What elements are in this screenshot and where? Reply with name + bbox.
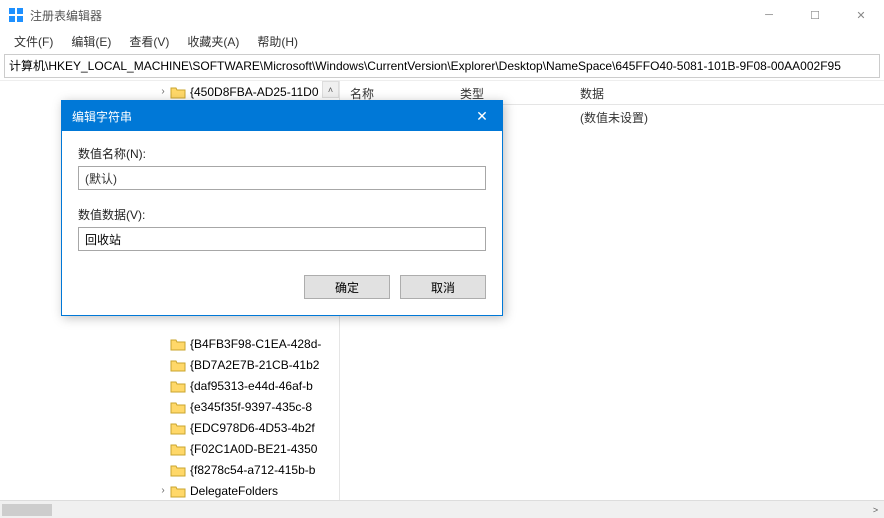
tree-item-label: {B4FB3F98-C1EA-428d- <box>190 337 321 351</box>
tree-item-label: {f8278c54-a712-415b-b <box>190 463 315 477</box>
value-data-input[interactable] <box>78 227 486 251</box>
folder-icon <box>170 484 186 498</box>
tree-item[interactable]: {e345f35f-9397-435c-8 <box>0 396 339 417</box>
tree-item-label: {EDC978D6-4D53-4b2f <box>190 421 315 435</box>
window-controls: ─ ☐ ✕ <box>746 0 884 30</box>
window-title: 注册表编辑器 <box>30 7 746 24</box>
tree-item[interactable]: › {450D8FBA-AD25-11D0 <box>0 81 339 102</box>
scrollbar-thumb[interactable] <box>2 504 52 516</box>
ok-button[interactable]: 确定 <box>304 275 390 299</box>
menu-view[interactable]: 查看(V) <box>121 31 177 52</box>
tree-item[interactable]: {F02C1A0D-BE21-4350 <box>0 438 339 459</box>
expander-icon[interactable]: › <box>156 485 170 496</box>
dialog-titlebar[interactable]: 编辑字符串 ✕ <box>62 101 502 131</box>
minimize-button[interactable]: ─ <box>746 0 792 30</box>
tree-item-label: {daf95313-e44d-46af-b <box>190 379 313 393</box>
expander-icon[interactable]: › <box>156 86 170 97</box>
tree-item[interactable]: › DelegateFolders <box>0 480 339 500</box>
dialog-close-button[interactable]: ✕ <box>462 101 502 131</box>
value-name-input[interactable] <box>78 166 486 190</box>
scroll-right-button[interactable]: ˃ <box>867 501 884 518</box>
dialog-buttons: 确定 取消 <box>78 275 486 299</box>
cancel-button[interactable]: 取消 <box>400 275 486 299</box>
address-bar[interactable]: 计算机\HKEY_LOCAL_MACHINE\SOFTWARE\Microsof… <box>4 54 880 78</box>
tree-item-label: {e345f35f-9397-435c-8 <box>190 400 312 414</box>
tree-item-label: {BD7A2E7B-21CB-41b2 <box>190 358 319 372</box>
menu-file[interactable]: 文件(F) <box>6 31 61 52</box>
folder-icon <box>170 400 186 414</box>
tree-item-label: {F02C1A0D-BE21-4350 <box>190 442 317 456</box>
window-titlebar: 注册表编辑器 ─ ☐ ✕ <box>0 0 884 30</box>
folder-icon <box>170 463 186 477</box>
column-data[interactable]: 数据 <box>570 81 884 104</box>
tree-item[interactable]: {f8278c54-a712-415b-b <box>0 459 339 480</box>
menubar: 文件(F) 编辑(E) 查看(V) 收藏夹(A) 帮助(H) <box>0 30 884 52</box>
maximize-button[interactable]: ☐ <box>792 0 838 30</box>
close-button[interactable]: ✕ <box>838 0 884 30</box>
folder-icon <box>170 337 186 351</box>
dialog-body: 数值名称(N): 数值数据(V): 确定 取消 <box>62 131 502 315</box>
tree-item[interactable]: {BD7A2E7B-21CB-41b2 <box>0 354 339 375</box>
menu-edit[interactable]: 编辑(E) <box>63 31 119 52</box>
value-data-label: 数值数据(V): <box>78 206 486 223</box>
dialog-title: 编辑字符串 <box>72 108 462 125</box>
folder-icon <box>170 421 186 435</box>
row-data: (数值未设置) <box>580 109 648 126</box>
folder-icon <box>170 358 186 372</box>
folder-icon <box>170 442 186 456</box>
tree-item[interactable]: {EDC978D6-4D53-4b2f <box>0 417 339 438</box>
menu-help[interactable]: 帮助(H) <box>249 31 306 52</box>
tree-item[interactable]: {B4FB3F98-C1EA-428d- <box>0 333 339 354</box>
menu-favorites[interactable]: 收藏夹(A) <box>179 31 247 52</box>
tree-item-label: {450D8FBA-AD25-11D0 <box>190 85 319 99</box>
app-icon <box>8 7 24 23</box>
value-name-label: 数值名称(N): <box>78 145 486 162</box>
tree-item-label: DelegateFolders <box>190 484 278 498</box>
tree-item[interactable]: {daf95313-e44d-46af-b <box>0 375 339 396</box>
folder-icon <box>170 85 186 99</box>
edit-string-dialog: 编辑字符串 ✕ 数值名称(N): 数值数据(V): 确定 取消 <box>61 100 503 316</box>
horizontal-scrollbar[interactable]: ˃ <box>0 500 884 518</box>
folder-icon <box>170 379 186 393</box>
